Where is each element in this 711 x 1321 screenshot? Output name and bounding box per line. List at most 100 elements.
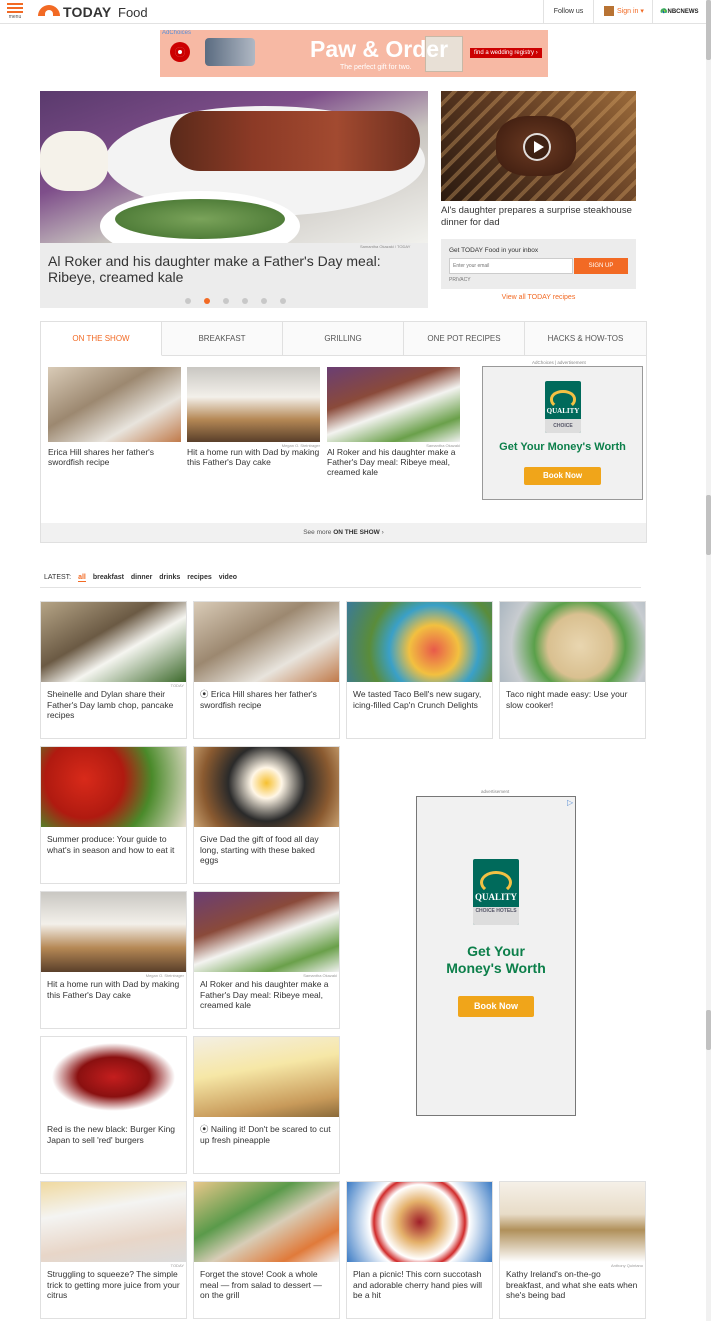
ad-cta-button[interactable]: find a wedding registry ›	[470, 48, 542, 58]
card-image[interactable]	[187, 367, 320, 442]
side-story-headline[interactable]: Al's daughter prepares a surprise steakh…	[441, 205, 636, 229]
story-card[interactable]: TODAY Struggling to squeeze? The simple …	[40, 1181, 187, 1319]
nbc-news-logo[interactable]: 🦚NBCNEWS	[660, 0, 698, 24]
hero-carousel[interactable]: Samantha Okazaki / TODAY Al Roker and hi…	[40, 91, 428, 308]
tab-card[interactable]: Samantha Okazaki Al Roker and his daught…	[327, 367, 460, 477]
card-image[interactable]	[347, 602, 492, 682]
story-card[interactable]: We tasted Taco Bell's new sugary, icing-…	[346, 601, 493, 739]
card-image[interactable]	[194, 602, 339, 682]
hero-headline[interactable]: Al Roker and his daughter make a Father'…	[48, 253, 388, 285]
card-caption[interactable]: We tasted Taco Bell's new sugary, icing-…	[347, 682, 492, 710]
card-image[interactable]	[500, 1182, 645, 1262]
card-image[interactable]	[347, 1182, 492, 1262]
story-card[interactable]: Samantha Okazaki Al Roker and his daught…	[193, 891, 340, 1029]
carousel-dot[interactable]	[185, 298, 191, 304]
card-caption[interactable]: Erica Hill shares her father's swordfish…	[48, 447, 181, 467]
adchoices-icon[interactable]: ▷	[567, 798, 573, 807]
scrollbar[interactable]	[706, 0, 711, 1321]
hero-image[interactable]	[40, 91, 428, 243]
filter-all[interactable]: all	[78, 574, 86, 582]
card-caption[interactable]: Taco night made easy: Use your slow cook…	[500, 682, 645, 710]
section-title[interactable]: Food	[118, 5, 148, 20]
site-logo[interactable]: TODAY	[63, 4, 111, 20]
target-logo-icon	[170, 42, 190, 62]
card-caption[interactable]: Al Roker and his daughter make a Father'…	[327, 447, 460, 477]
filter-recipes[interactable]: recipes	[187, 574, 212, 581]
ad-label[interactable]: AdChoices | advertisement	[532, 360, 586, 365]
card-image[interactable]	[194, 1182, 339, 1262]
book-now-button[interactable]: Book Now	[524, 467, 601, 485]
card-caption[interactable]: Forget the stove! Cook a whole meal — fr…	[194, 1262, 339, 1301]
card-image[interactable]	[41, 1037, 186, 1117]
privacy-link[interactable]: PRIVACY	[449, 277, 471, 283]
tab-hacks-how-tos[interactable]: HACKS & HOW-TOS	[525, 322, 646, 356]
story-card[interactable]: Give Dad the gift of food all day long, …	[193, 746, 340, 884]
card-caption[interactable]: Summer produce: Your guide to what's in …	[41, 827, 186, 855]
see-more-link[interactable]: See more ON THE SHOW ›	[41, 523, 646, 542]
card-image[interactable]	[41, 892, 186, 972]
adchoices-label[interactable]: AdChoices	[162, 30, 191, 36]
ad-headline: Get Your Money's Worth	[499, 441, 626, 453]
carousel-dot-active[interactable]	[204, 298, 210, 304]
card-caption[interactable]: Give Dad the gift of food all day long, …	[194, 827, 339, 866]
site-header: menu TODAY Food Follow us Sign in ▾ 🦚NBC…	[0, 0, 711, 24]
card-image[interactable]	[194, 747, 339, 827]
tab-on-the-show[interactable]: ON THE SHOW	[41, 322, 162, 356]
story-card[interactable]: Megan O. Steintrager Hit a home run with…	[40, 891, 187, 1029]
card-image[interactable]	[500, 602, 645, 682]
card-image[interactable]	[194, 892, 339, 972]
story-card[interactable]: Taco night made easy: Use your slow cook…	[499, 601, 646, 739]
story-card[interactable]: Red is the new black: Burger King Japan …	[40, 1036, 187, 1174]
card-caption[interactable]: ⦿ Nailing it! Don't be scared to cut up …	[194, 1117, 339, 1145]
carousel-dot[interactable]	[223, 298, 229, 304]
latest-label: LATEST:	[44, 574, 72, 581]
tab-card[interactable]: Megan O. Steintrager Hit a home run with…	[187, 367, 320, 467]
story-card[interactable]: Forget the stove! Cook a whole meal — fr…	[193, 1181, 340, 1319]
sign-in-button[interactable]: Sign in ▾	[593, 0, 653, 24]
side-ad-small[interactable]: QUALITY CHOICE Get Your Money's Worth Bo…	[482, 366, 643, 500]
story-card[interactable]: Anthony Quintano Kathy Ireland's on-the-…	[499, 1181, 646, 1319]
card-caption[interactable]: Hit a home run with Dad by making this F…	[187, 447, 320, 467]
card-image[interactable]	[41, 747, 186, 827]
tab-breakfast[interactable]: BREAKFAST	[162, 322, 283, 356]
story-card[interactable]: ⦿ Nailing it! Don't be scared to cut up …	[193, 1036, 340, 1174]
side-ad-large[interactable]: ▷ QUALITY CHOICE HOTELS Get Your Money's…	[416, 796, 576, 1116]
ad-label[interactable]: advertisement	[481, 789, 509, 794]
filter-breakfast[interactable]: breakfast	[93, 574, 124, 581]
video-icon: ⦿	[200, 689, 211, 699]
menu-button[interactable]: menu	[7, 3, 23, 20]
carousel-dot[interactable]	[242, 298, 248, 304]
image-credit: Megan O. Steintrager	[145, 973, 184, 978]
card-image[interactable]	[327, 367, 460, 442]
card-image[interactable]	[48, 367, 181, 442]
story-card[interactable]: Summer produce: Your guide to what's in …	[40, 746, 187, 884]
card-image[interactable]	[41, 602, 186, 682]
email-field[interactable]	[449, 258, 573, 274]
card-image[interactable]	[194, 1037, 339, 1117]
story-card[interactable]: TODAY Sheinelle and Dylan share their Fa…	[40, 601, 187, 739]
carousel-dot[interactable]	[280, 298, 286, 304]
card-caption[interactable]: Struggling to squeeze? The simple trick …	[41, 1262, 186, 1301]
view-all-recipes-link[interactable]: View all TODAY recipes	[441, 294, 636, 301]
tab-grilling[interactable]: GRILLING	[283, 322, 404, 356]
card-caption[interactable]: Red is the new black: Burger King Japan …	[41, 1117, 186, 1145]
sign-up-button[interactable]: SIGN UP	[574, 258, 628, 274]
play-icon[interactable]	[523, 133, 551, 161]
today-sun-logo-icon[interactable]	[38, 5, 60, 16]
card-caption[interactable]: ⦿ Erica Hill shares her father's swordfi…	[194, 682, 339, 710]
story-card[interactable]: ⦿ Erica Hill shares her father's swordfi…	[193, 601, 340, 739]
filter-drinks[interactable]: drinks	[159, 574, 180, 581]
top-banner-ad[interactable]: AdChoices Paw & Order The perfect gift f…	[160, 30, 548, 77]
book-now-button[interactable]: Book Now	[458, 996, 534, 1017]
card-image[interactable]	[41, 1182, 186, 1262]
story-card[interactable]: Plan a picnic! This corn succotash and a…	[346, 1181, 493, 1319]
card-caption[interactable]: Sheinelle and Dylan share their Father's…	[41, 682, 186, 721]
tab-card[interactable]: Erica Hill shares her father's swordfish…	[48, 367, 181, 467]
side-video-image[interactable]	[441, 91, 636, 201]
carousel-dot[interactable]	[261, 298, 267, 304]
filter-video[interactable]: video	[219, 574, 237, 581]
filter-dinner[interactable]: dinner	[131, 574, 152, 581]
follow-us-button[interactable]: Follow us	[543, 0, 593, 24]
tab-one-pot-recipes[interactable]: ONE POT RECIPES	[404, 322, 525, 356]
card-caption[interactable]: Plan a picnic! This corn succotash and a…	[347, 1262, 492, 1301]
